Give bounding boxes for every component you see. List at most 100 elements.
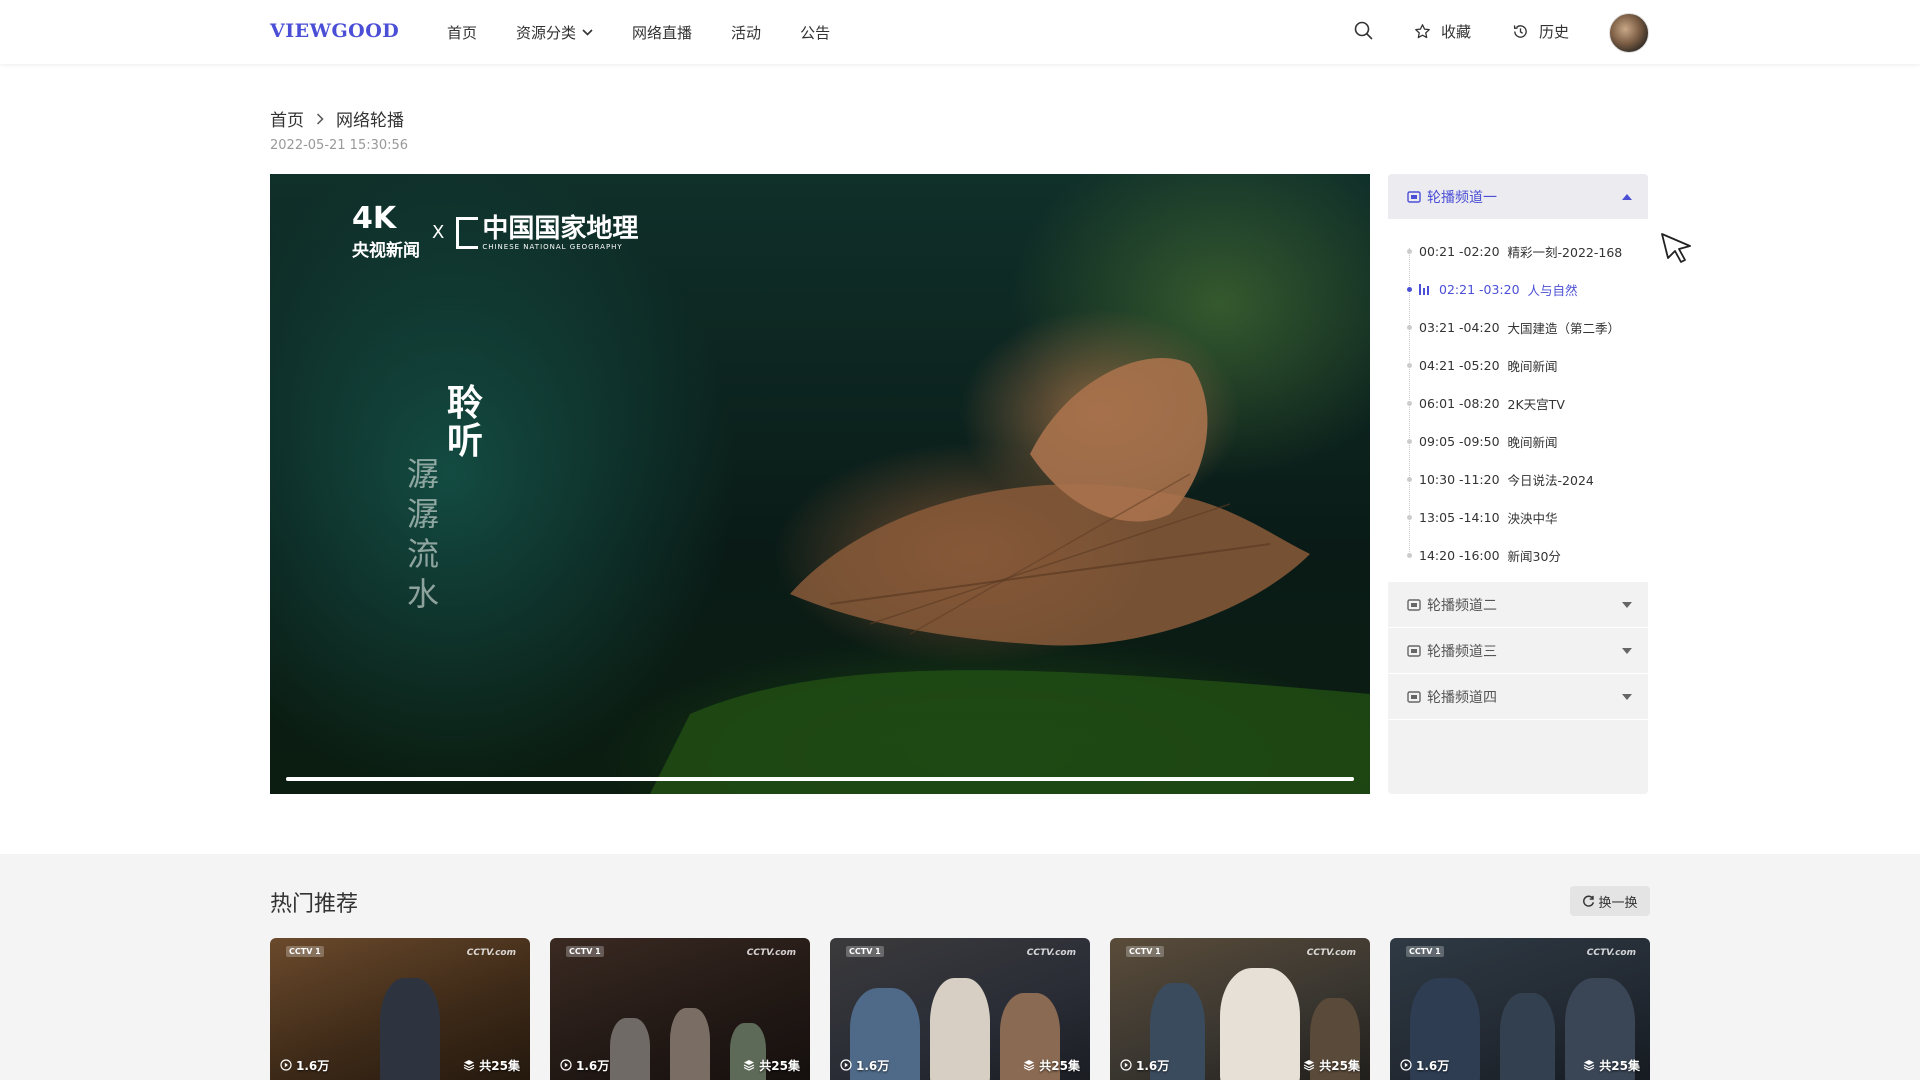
favorites-label: 收藏 [1441,23,1472,41]
channel-2-header[interactable]: 轮播频道二 [1388,582,1648,628]
program-item[interactable]: 09:05 -09:50 晚间新闻 [1388,422,1648,460]
nav-categories[interactable]: 资源分类 [516,22,593,43]
history-button[interactable]: 历史 [1512,21,1569,42]
video-progress-bar[interactable] [286,777,1354,781]
program-item[interactable]: 14:20 -16:00 新闻30分 [1388,536,1648,574]
timeline-dot [1407,325,1412,330]
logo-cng: 中国国家地理 [482,213,639,244]
program-item[interactable]: 03:21 -04:20 大国建造（第二季） [1388,308,1648,346]
nav-home[interactable]: 首页 [447,22,477,43]
timeline-dot [1407,363,1412,368]
channel-4-name: 轮播频道四 [1427,689,1497,706]
search-icon[interactable] [1354,21,1373,40]
channel-logo: CCTV 1 [286,946,324,957]
views-count: 1.6万 [296,1058,330,1073]
play-count-icon [560,1059,572,1071]
episodes-count: 共25集 [1039,1058,1080,1073]
caret-down-icon [1622,693,1632,700]
views-stat: 1.6万 [1400,1057,1449,1074]
nav-events[interactable]: 活动 [731,22,761,43]
refresh-button[interactable]: 换一换 [1570,886,1650,916]
episodes-count: 共25集 [759,1058,800,1073]
timeline-dot [1407,249,1412,254]
site-logo[interactable]: VIEWGOOD [270,20,399,42]
program-item[interactable]: 00:21 -02:20 精彩一刻-2022-168 [1388,232,1648,270]
layers-icon [1304,1060,1315,1071]
nav-home-label: 首页 [447,24,478,42]
channel-4-header[interactable]: 轮播频道四 [1388,674,1648,720]
channel-panel: 轮播频道一 00:21 -02:20 精彩一刻-2022-168 02:21 -03… [1388,174,1648,794]
program-title: 新闻30分 [1507,548,1561,564]
breadcrumb: 首页 网络轮播 [270,106,404,131]
section-title: 热门推荐 [270,892,359,917]
recommend-card[interactable]: CCTV 1 CCTV.com 1.6万 共25集 [550,938,810,1080]
favorites-button[interactable]: 收藏 [1414,21,1471,42]
program-time: 02:21 -03:20 [1439,281,1520,297]
channel-logo: CCTV 1 [1406,946,1444,957]
episodes-count: 共25集 [1599,1058,1640,1073]
program-time: 10:30 -11:20 [1419,471,1500,487]
caret-down-icon [1622,647,1632,654]
recommend-card[interactable]: CCTV 1 CCTV.com 1.6万 共25集 [830,938,1090,1080]
program-title: 今日说法-2024 [1507,472,1594,488]
program-title: 大国建造（第二季） [1507,320,1621,336]
channel-1-header[interactable]: 轮播频道一 [1388,174,1648,220]
play-count-icon [1120,1059,1132,1071]
channel-1-name: 轮播频道一 [1427,189,1497,206]
recommend-card[interactable]: CCTV 1 CCTV.com 1.6万 共25集 [270,938,530,1080]
program-title: 精彩一刻-2022-168 [1507,244,1623,260]
episodes-count: 共25集 [1319,1058,1360,1073]
caret-down-icon [1622,601,1632,608]
program-time: 06:01 -08:20 [1419,395,1500,411]
views-stat: 1.6万 [1120,1057,1169,1074]
card-meta: 1.6万 共25集 [1110,1054,1370,1076]
video-player[interactable]: 4K 央视新闻 X 中国国家地理 CHINESE NATIONAL GEOGRA… [270,174,1370,794]
site-watermark: CCTV.com [466,948,516,958]
logo-cng-en: CHINESE NATIONAL GEOGRAPHY [482,242,623,251]
tv-icon [1407,190,1421,203]
program-time: 04:21 -05:20 [1419,357,1500,373]
layers-icon [464,1060,475,1071]
layers-icon [1584,1060,1595,1071]
timeline-dot [1407,439,1412,444]
nav-live-label: 网络直播 [632,24,693,42]
channel-1-program-list: 00:21 -02:20 精彩一刻-2022-168 02:21 -03:20 人与自… [1388,220,1648,582]
card-meta: 1.6万 共25集 [830,1054,1090,1076]
program-item[interactable]: 10:30 -11:20 今日说法-2024 [1388,460,1648,498]
program-item[interactable]: 13:05 -14:10 泱泱中华 [1388,498,1648,536]
program-time: 13:05 -14:10 [1419,509,1500,525]
nav-live[interactable]: 网络直播 [632,22,692,43]
program-item[interactable]: 06:01 -08:20 2K天宫TV [1388,384,1648,422]
timeline-dot [1407,401,1412,406]
recommend-card[interactable]: CCTV 1 CCTV.com 1.6万 共25集 [1390,938,1650,1080]
mouse-cursor-icon [1661,233,1691,263]
play-count-icon [840,1059,852,1071]
breadcrumb-home[interactable]: 首页 [270,106,304,131]
episodes-stat: 共25集 [1583,1057,1640,1074]
history-label: 历史 [1539,23,1570,41]
site-watermark: CCTV.com [1586,948,1636,958]
nav-notices[interactable]: 公告 [800,22,830,43]
play-count-icon [1400,1059,1412,1071]
timeline-dot [1407,515,1412,520]
video-progress-fill [286,777,1354,781]
channel-3-header[interactable]: 轮播频道三 [1388,628,1648,674]
logo-x: X [432,222,445,243]
recommend-card[interactable]: CCTV 1 CCTV.com 1.6万 共25集 [1110,938,1370,1080]
program-item[interactable]: 04:21 -05:20 晚间新闻 [1388,346,1648,384]
channel-logo: CCTV 1 [1126,946,1164,957]
user-avatar[interactable] [1609,13,1649,53]
tv-icon [1407,644,1421,657]
channel-3-name: 轮播频道三 [1427,643,1497,660]
nav-notices-label: 公告 [800,24,831,42]
card-meta: 1.6万 共25集 [270,1054,530,1076]
broadcast-timestamp: 2022-05-21 15:30:56 [270,138,409,153]
episodes-stat: 共25集 [743,1057,800,1074]
views-stat: 1.6万 [280,1057,329,1074]
chevron-right-icon [316,112,324,125]
video-brand-logo: 4K 央视新闻 X 中国国家地理 CHINESE NATIONAL GEOGRA… [352,204,639,262]
layers-icon [1024,1060,1035,1071]
program-item[interactable]: 02:21 -03:20 人与自然 [1388,270,1648,308]
channel-logo: CCTV 1 [846,946,884,957]
recommend-card-list: CCTV 1 CCTV.com 1.6万 共25集 CCTV 1 CCTV.com 1.6万… [270,938,1670,1080]
